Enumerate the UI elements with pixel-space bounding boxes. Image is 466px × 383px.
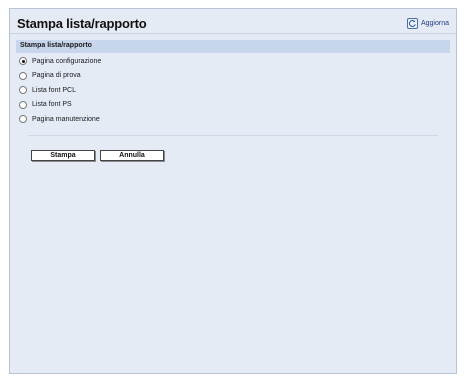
option-label: Pagina configurazione <box>32 57 102 65</box>
option-pagina-di-prova[interactable]: Pagina di prova <box>16 69 101 84</box>
section-header: Stampa lista/rapporto <box>16 40 450 53</box>
radio-button[interactable] <box>19 115 27 124</box>
refresh-icon <box>406 18 418 29</box>
main-panel: Stampa lista/rapporto Aggiorna Stampa li… <box>9 8 457 374</box>
divider <box>28 135 438 136</box>
radio-button[interactable] <box>19 86 27 95</box>
option-pagina-configurazione[interactable]: Pagina configurazione <box>16 54 101 69</box>
option-lista-font-pcl[interactable]: Lista font PCL <box>16 83 101 98</box>
print-button[interactable]: Stampa <box>31 150 95 161</box>
page-title: Stampa lista/rapporto <box>17 16 147 31</box>
radio-button-checked[interactable] <box>19 57 27 66</box>
radio-button[interactable] <box>19 71 27 80</box>
option-lista-font-ps[interactable]: Lista font PS <box>16 98 101 113</box>
cancel-button[interactable]: Annulla <box>100 150 164 161</box>
refresh-label: Aggiorna <box>420 20 449 27</box>
section-title: Stampa lista/rapporto <box>20 42 92 49</box>
option-label: Lista font PS <box>32 101 72 109</box>
option-label: Pagina di prova <box>32 72 81 80</box>
header: Stampa lista/rapporto Aggiorna <box>10 9 456 34</box>
option-pagina-manutenzione[interactable]: Pagina manutenzione <box>16 112 101 127</box>
option-label: Pagina manutenzione <box>32 115 100 123</box>
radio-button[interactable] <box>19 100 27 109</box>
report-options: Pagina configurazione Pagina di prova Li… <box>16 54 101 127</box>
option-label: Lista font PCL <box>32 86 76 94</box>
refresh-button[interactable]: Aggiorna <box>406 17 449 30</box>
